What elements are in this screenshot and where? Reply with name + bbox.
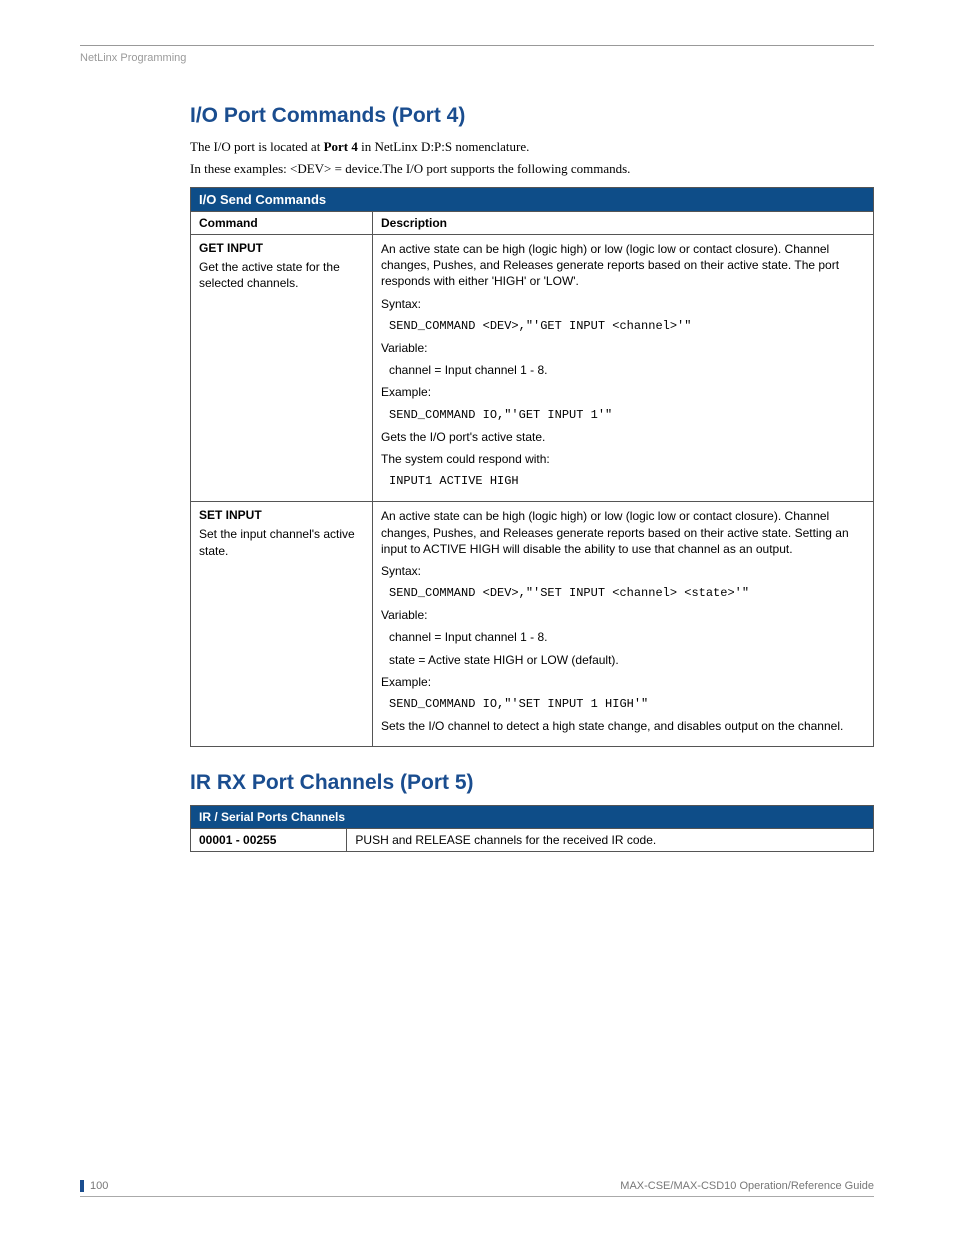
- table-title-row: I/O Send Commands: [191, 188, 874, 212]
- command-cell: GET INPUT Get the active state for the s…: [191, 235, 373, 502]
- result2: The system could respond with:: [381, 451, 865, 467]
- table-title-row: IR / Serial Ports Channels: [191, 806, 874, 829]
- syntax-label: Syntax:: [381, 563, 865, 579]
- header-rule: [80, 45, 874, 46]
- variable-label: Variable:: [381, 340, 865, 356]
- footer-rule: [80, 1196, 874, 1197]
- example-label: Example:: [381, 384, 865, 400]
- command-subtitle: Set the input channel's active state.: [199, 526, 364, 558]
- col-command: Command: [191, 212, 373, 235]
- description-cell: An active state can be high (logic high)…: [373, 502, 874, 747]
- example-code: SEND_COMMAND IO,"'GET INPUT 1'": [389, 407, 865, 423]
- intro-text-a: The I/O port is located at: [190, 139, 324, 154]
- example-label: Example:: [381, 674, 865, 690]
- description-cell: An active state can be high (logic high)…: [373, 235, 874, 502]
- table-row: SET INPUT Set the input channel's active…: [191, 502, 874, 747]
- syntax-code: SEND_COMMAND <DEV>,"'GET INPUT <channel>…: [389, 318, 865, 334]
- page-number: 100: [80, 1180, 108, 1192]
- result1: Gets the I/O port's active state.: [381, 429, 865, 445]
- footer-guide-title: MAX-CSE/MAX-CSD10 Operation/Reference Gu…: [620, 1180, 874, 1192]
- example-code: SEND_COMMAND IO,"'SET INPUT 1 HIGH'": [389, 696, 865, 712]
- col-description: Description: [373, 212, 874, 235]
- section1-intro-1: The I/O port is located at Port 4 in Net…: [190, 138, 874, 156]
- variable-text1: channel = Input channel 1 - 8.: [389, 629, 865, 645]
- section1-title: I/O Port Commands (Port 4): [190, 104, 874, 128]
- section2-title: IR RX Port Channels (Port 5): [190, 771, 874, 795]
- variable-text1: channel = Input channel 1 - 8.: [389, 362, 865, 378]
- io-send-commands-table: I/O Send Commands Command Description GE…: [190, 187, 874, 747]
- command-subtitle: Get the active state for the selected ch…: [199, 259, 364, 291]
- intro-text-bold: Port 4: [324, 139, 358, 154]
- command-cell: SET INPUT Set the input channel's active…: [191, 502, 373, 747]
- result-code: INPUT1 ACTIVE HIGH: [389, 473, 865, 489]
- command-name: GET INPUT: [199, 241, 364, 255]
- ir-serial-ports-table: IR / Serial Ports Channels 00001 - 00255…: [190, 805, 874, 852]
- footer-line: 100 MAX-CSE/MAX-CSD10 Operation/Referenc…: [80, 1180, 874, 1192]
- syntax-code: SEND_COMMAND <DEV>,"'SET INPUT <channel>…: [389, 585, 865, 601]
- syntax-label: Syntax:: [381, 296, 865, 312]
- desc-p1: An active state can be high (logic high)…: [381, 241, 865, 290]
- desc-p1: An active state can be high (logic high)…: [381, 508, 865, 557]
- document-page: NetLinx Programming I/O Port Commands (P…: [0, 0, 954, 1235]
- table-header-row: Command Description: [191, 212, 874, 235]
- channel-range: 00001 - 00255: [191, 829, 347, 852]
- table-title-cell: IR / Serial Ports Channels: [191, 806, 874, 829]
- table-row: GET INPUT Get the active state for the s…: [191, 235, 874, 502]
- table-title-cell: I/O Send Commands: [191, 188, 874, 212]
- header-breadcrumb: NetLinx Programming: [80, 52, 874, 64]
- command-name: SET INPUT: [199, 508, 364, 522]
- channel-desc: PUSH and RELEASE channels for the receiv…: [347, 829, 874, 852]
- table-row: 00001 - 00255 PUSH and RELEASE channels …: [191, 829, 874, 852]
- page-footer: 100 MAX-CSE/MAX-CSD10 Operation/Referenc…: [80, 1180, 874, 1197]
- intro-text-c: in NetLinx D:P:S nomenclature.: [358, 139, 530, 154]
- variable-text2: state = Active state HIGH or LOW (defaul…: [389, 652, 865, 668]
- variable-label: Variable:: [381, 607, 865, 623]
- section1-intro-2: In these examples: <DEV> = device.The I/…: [190, 160, 874, 178]
- content-area: I/O Port Commands (Port 4) The I/O port …: [190, 104, 874, 852]
- result1: Sets the I/O channel to detect a high st…: [381, 718, 865, 734]
